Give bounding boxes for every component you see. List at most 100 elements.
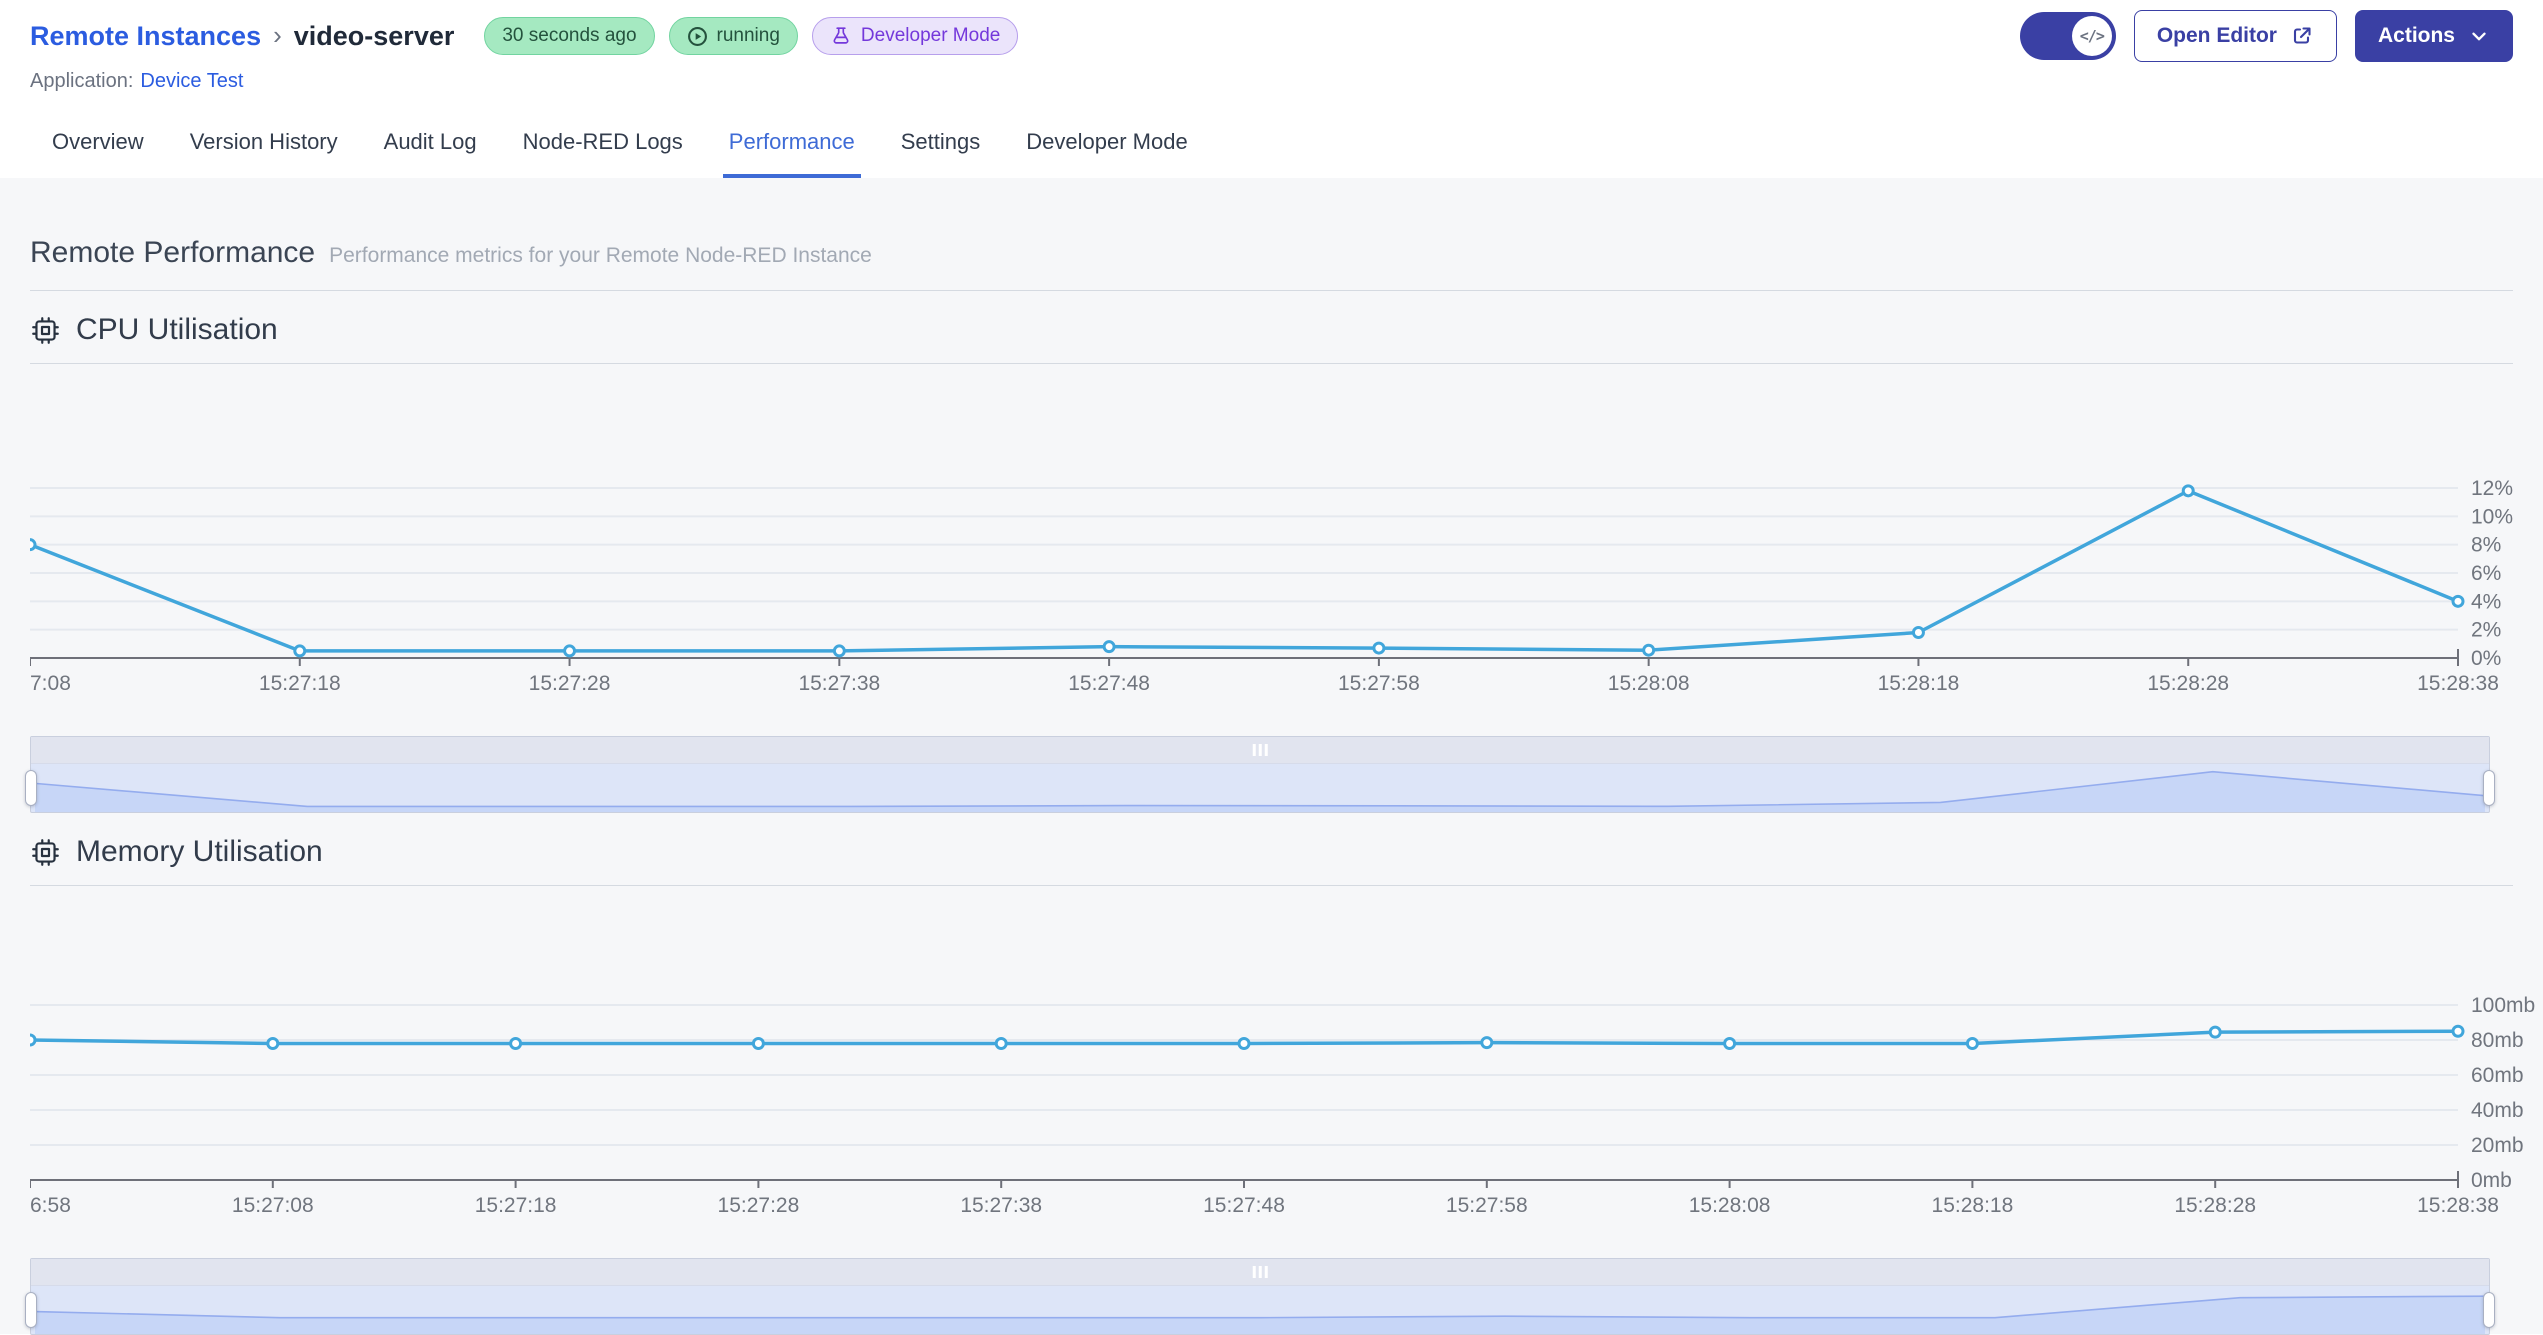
memory-chart-svg[interactable]: 6:58 15:27:08 15:27:18 15:27:28 15:27:38 15:2… [30, 894, 2543, 1212]
cpu-ytick-label: 0% [2471, 647, 2501, 670]
tab-performance[interactable]: Performance [722, 106, 861, 178]
memory-chart-title: Memory Utilisation [76, 835, 323, 868]
chevron-down-icon [2472, 32, 2486, 41]
memory-ytick-label: 60mb [2471, 1064, 2524, 1087]
status-badge: running [668, 17, 798, 55]
memory-data-point [509, 1037, 523, 1050]
cpu-datazoom-brush[interactable] [25, 736, 2495, 813]
cpu-ytick-label: 4% [2471, 590, 2501, 613]
memory-xtick-label: 15:27:28 [718, 1194, 800, 1212]
cpu-xtick-label: 15:28:38 [2417, 672, 2499, 690]
developer-mode-badge: Developer Mode [811, 17, 1019, 55]
cpu-brush-drag-strip[interactable] [31, 737, 2489, 764]
memory-chip-icon [30, 837, 61, 868]
memory-xtick-label: 15:27:18 [475, 1194, 557, 1212]
code-icon: </> [2071, 16, 2112, 56]
memory-data-point [994, 1037, 1008, 1050]
memory-chart: 6:58 15:27:08 15:27:18 15:27:28 15:27:38 15:2… [25, 894, 2535, 1335]
memory-ytick-label: 40mb [2471, 1099, 2524, 1122]
tab-overview[interactable]: Overview [52, 106, 144, 178]
application-link[interactable]: Device Test [140, 70, 243, 93]
memory-brush-drag-strip[interactable] [31, 1259, 2489, 1286]
cpu-minimap [34, 770, 2486, 812]
cpu-data-point [1372, 641, 1386, 655]
cpu-data-point [293, 644, 307, 658]
open-editor-button[interactable]: Open Editor [2133, 10, 2337, 62]
memory-data-point [1965, 1037, 1979, 1050]
memory-data-point [751, 1037, 765, 1050]
cpu-data-point [1102, 640, 1116, 654]
breadcrumb-link-remote-instances[interactable]: Remote Instances [30, 21, 261, 52]
memory-brush-right-handle[interactable] [2483, 1292, 2495, 1328]
cpu-section-header: CPU Utilisation [30, 313, 2513, 364]
breadcrumb-separator: › [273, 19, 282, 50]
page-title: video-server [293, 20, 455, 51]
cpu-data-point [1642, 643, 1656, 657]
memory-xtick-label: 15:28:38 [2417, 1194, 2499, 1212]
memory-datazoom-brush[interactable] [25, 1258, 2495, 1335]
cpu-xtick-label: 15:27:38 [798, 672, 880, 690]
performance-panel: Remote Performance Performance metrics f… [0, 178, 2543, 1335]
cpu-xtick-label: 15:28:08 [1608, 672, 1690, 690]
actions-label: Actions [2377, 24, 2455, 47]
memory-data-point [266, 1037, 280, 1050]
application-label: Application: [30, 69, 134, 92]
cpu-xtick-label: 15:28:18 [1878, 672, 1960, 690]
memory-data-point [1723, 1037, 1737, 1050]
cpu-data-point [1911, 626, 1925, 639]
drag-grip-icon [1252, 744, 1268, 756]
cpu-ytick-label: 6% [2471, 562, 2501, 585]
page-header: Remote Instances › video-server 30 secon… [0, 0, 2543, 96]
status-text: running [716, 25, 780, 46]
memory-xtick-label: 15:27:38 [960, 1194, 1042, 1212]
memory-section-header: Memory Utilisation [30, 835, 2513, 886]
memory-xtick-label: 15:27:48 [1203, 1194, 1285, 1212]
cpu-ytick-label: 2% [2471, 619, 2501, 642]
external-link-icon [2293, 27, 2311, 44]
last-updated-text: 30 seconds ago [502, 25, 637, 46]
memory-data-point [1237, 1037, 1251, 1050]
cpu-chart: 7:08 15:27:18 15:27:28 15:27:38 15:27:48 15:2… [25, 372, 2513, 813]
memory-data-point [2208, 1025, 2222, 1039]
section-header: Remote Performance Performance metrics f… [30, 178, 2513, 291]
cpu-xtick-label: 15:28:28 [2147, 672, 2229, 690]
memory-xtick-label: 15:28:08 [1689, 1194, 1771, 1212]
cpu-ytick-label: 10% [2471, 505, 2513, 528]
cpu-chart-svg[interactable]: 7:08 15:27:18 15:27:28 15:27:38 15:27:48 15:2… [30, 372, 2543, 690]
tab-settings[interactable]: Settings [901, 106, 981, 178]
last-updated-badge: 30 seconds ago [484, 17, 655, 55]
memory-xtick-label: 15:27:58 [1446, 1194, 1528, 1212]
cpu-xtick-label: 7:08 [30, 672, 71, 690]
tab-audit-log[interactable]: Audit Log [384, 106, 477, 178]
actions-button[interactable]: Actions [2354, 10, 2513, 62]
memory-xtick-label: 15:27:08 [232, 1194, 314, 1212]
memory-brush-left-handle[interactable] [25, 1292, 37, 1328]
tab-node-red-logs[interactable]: Node-RED Logs [523, 106, 683, 178]
cpu-xtick-label: 15:27:28 [529, 672, 611, 690]
memory-data-point [2451, 1024, 2465, 1038]
flask-icon [833, 27, 849, 44]
tab-bar: Overview Version History Audit Log Node-RED… [0, 106, 2543, 178]
memory-ytick-label: 20mb [2471, 1134, 2524, 1157]
cpu-brush-left-handle[interactable] [25, 770, 37, 806]
cpu-data-point [30, 538, 37, 552]
cpu-ytick-label: 12% [2471, 477, 2513, 500]
section-title: Remote Performance [30, 236, 316, 269]
memory-xtick-label: 15:28:28 [2174, 1194, 2256, 1212]
tab-version-history[interactable]: Version History [190, 106, 338, 178]
cpu-data-point [832, 644, 846, 658]
breadcrumb: Remote Instances › video-server [30, 19, 455, 52]
memory-ytick-label: 100mb [2471, 994, 2535, 1017]
developer-mode-toggle[interactable]: </> [2019, 12, 2116, 60]
cpu-brush-right-handle[interactable] [2483, 770, 2495, 806]
cpu-data-point [2451, 594, 2465, 608]
memory-xtick-label: 15:28:18 [1932, 1194, 2014, 1212]
cpu-data-point [563, 644, 577, 658]
memory-minimap [34, 1295, 2486, 1334]
cpu-ytick-label: 8% [2471, 534, 2501, 557]
cpu-xtick-label: 15:27:48 [1068, 672, 1150, 690]
memory-data-point [30, 1033, 37, 1047]
memory-xtick-label: 6:58 [30, 1194, 71, 1212]
cpu-xtick-label: 15:27:18 [259, 672, 341, 690]
tab-developer-mode[interactable]: Developer Mode [1026, 106, 1187, 178]
